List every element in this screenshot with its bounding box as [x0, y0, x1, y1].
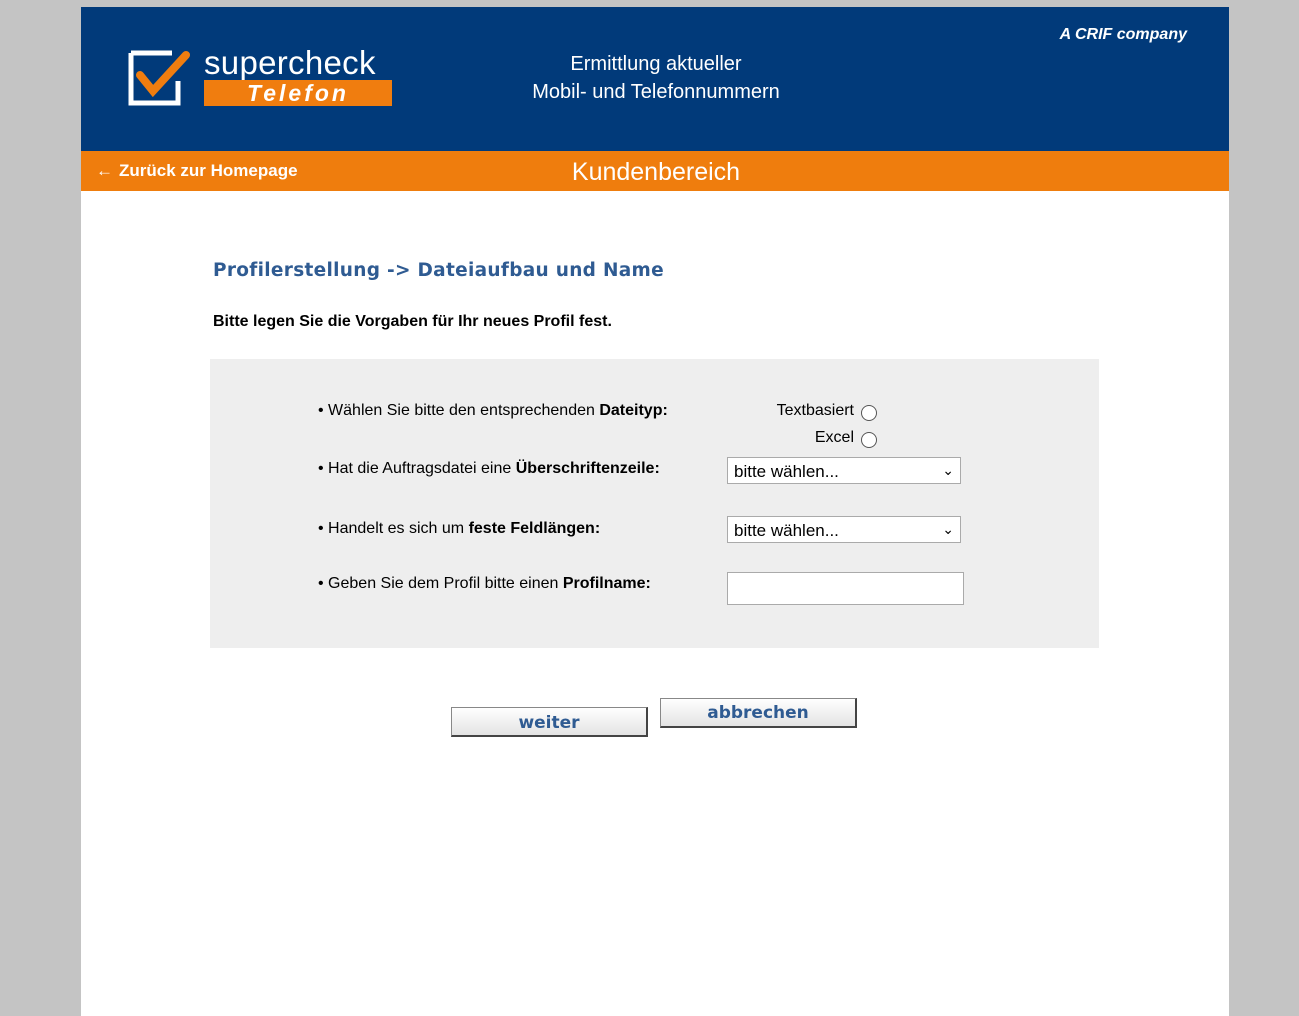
profile-form: • Wählen Sie bitte den entsprechenden Da… [210, 359, 1099, 648]
question-profilename-bold: Profilname: [562, 575, 651, 592]
back-to-homepage-link[interactable]: ← Zurück zur Homepage [96, 161, 298, 181]
question-fixed-length: • Handelt es sich um feste Feldlängen: [318, 520, 600, 538]
radio-textbasiert[interactable] [861, 405, 877, 421]
radio-textbasiert-row[interactable]: Textbasiert [777, 401, 877, 421]
intro-text: Bitte legen Sie die Vorgaben für Ihr neu… [213, 313, 612, 330]
question-header-row: • Hat die Auftragsdatei eine Überschrift… [318, 460, 660, 478]
checkbox-logo-icon [128, 50, 190, 106]
arrow-left-icon: ← [96, 161, 113, 180]
chevron-down-icon: ⌄ [942, 521, 954, 537]
header-title: Ermittlung aktueller Mobil- und Telefonn… [501, 50, 811, 106]
question-fixed-length-bold: feste Feldlängen: [468, 520, 601, 537]
header-row-select-value: bitte wählen... [734, 462, 839, 481]
bullet: • [318, 575, 329, 592]
crif-logo: A CRIF company [1059, 26, 1187, 43]
radio-excel-label: Excel [814, 429, 854, 446]
question-header-row-bold: Überschriftenzeile: [515, 460, 660, 477]
navbar: ← Zurück zur Homepage Kundenbereich [81, 151, 1229, 191]
question-filetype: • Wählen Sie bitte den entsprechenden Da… [318, 402, 668, 420]
header-title-line2: Mobil- und Telefonnummern [532, 81, 780, 103]
question-filetype-bold: Dateityp: [599, 402, 668, 419]
cancel-button[interactable]: abbrechen [660, 698, 857, 728]
next-button[interactable]: weiter [451, 707, 648, 737]
profilename-input[interactable] [727, 572, 964, 605]
bullet: • [318, 460, 329, 477]
fixed-length-select-value: bitte wählen... [734, 521, 839, 540]
fixed-length-select[interactable]: bitte wählen... ⌄ [727, 516, 961, 543]
question-header-row-text: Hat die Auftragsdatei eine [328, 460, 516, 477]
radio-excel[interactable] [861, 432, 877, 448]
chevron-down-icon: ⌄ [942, 462, 954, 478]
supercheck-logo[interactable]: supercheck Telefon [128, 44, 392, 109]
radio-excel-row[interactable]: Excel [815, 428, 877, 448]
bullet: • [318, 520, 329, 537]
question-profilename: • Geben Sie dem Profil bitte einen Profi… [318, 575, 651, 593]
logo-text-top: supercheck [204, 44, 376, 81]
header: supercheck Telefon Ermittlung aktueller … [81, 7, 1229, 151]
question-profilename-text: Geben Sie dem Profil bitte einen [328, 575, 563, 592]
question-fixed-length-text: Handelt es sich um [328, 520, 469, 537]
back-link-label: Zurück zur Homepage [119, 161, 298, 180]
page: supercheck Telefon Ermittlung aktueller … [81, 7, 1229, 1016]
bullet: • [318, 402, 329, 419]
page-title: Profilerstellung -> Dateiaufbau und Name [213, 260, 664, 281]
question-filetype-text: Wählen Sie bitte den entsprechenden [328, 402, 600, 419]
header-title-line1: Ermittlung aktueller [570, 53, 742, 75]
section-heading: Kundenbereich [571, 158, 741, 186]
radio-textbasiert-label: Textbasiert [776, 402, 854, 419]
logo-text-bottom: Telefon [204, 80, 392, 106]
header-row-select[interactable]: bitte wählen... ⌄ [727, 457, 961, 484]
